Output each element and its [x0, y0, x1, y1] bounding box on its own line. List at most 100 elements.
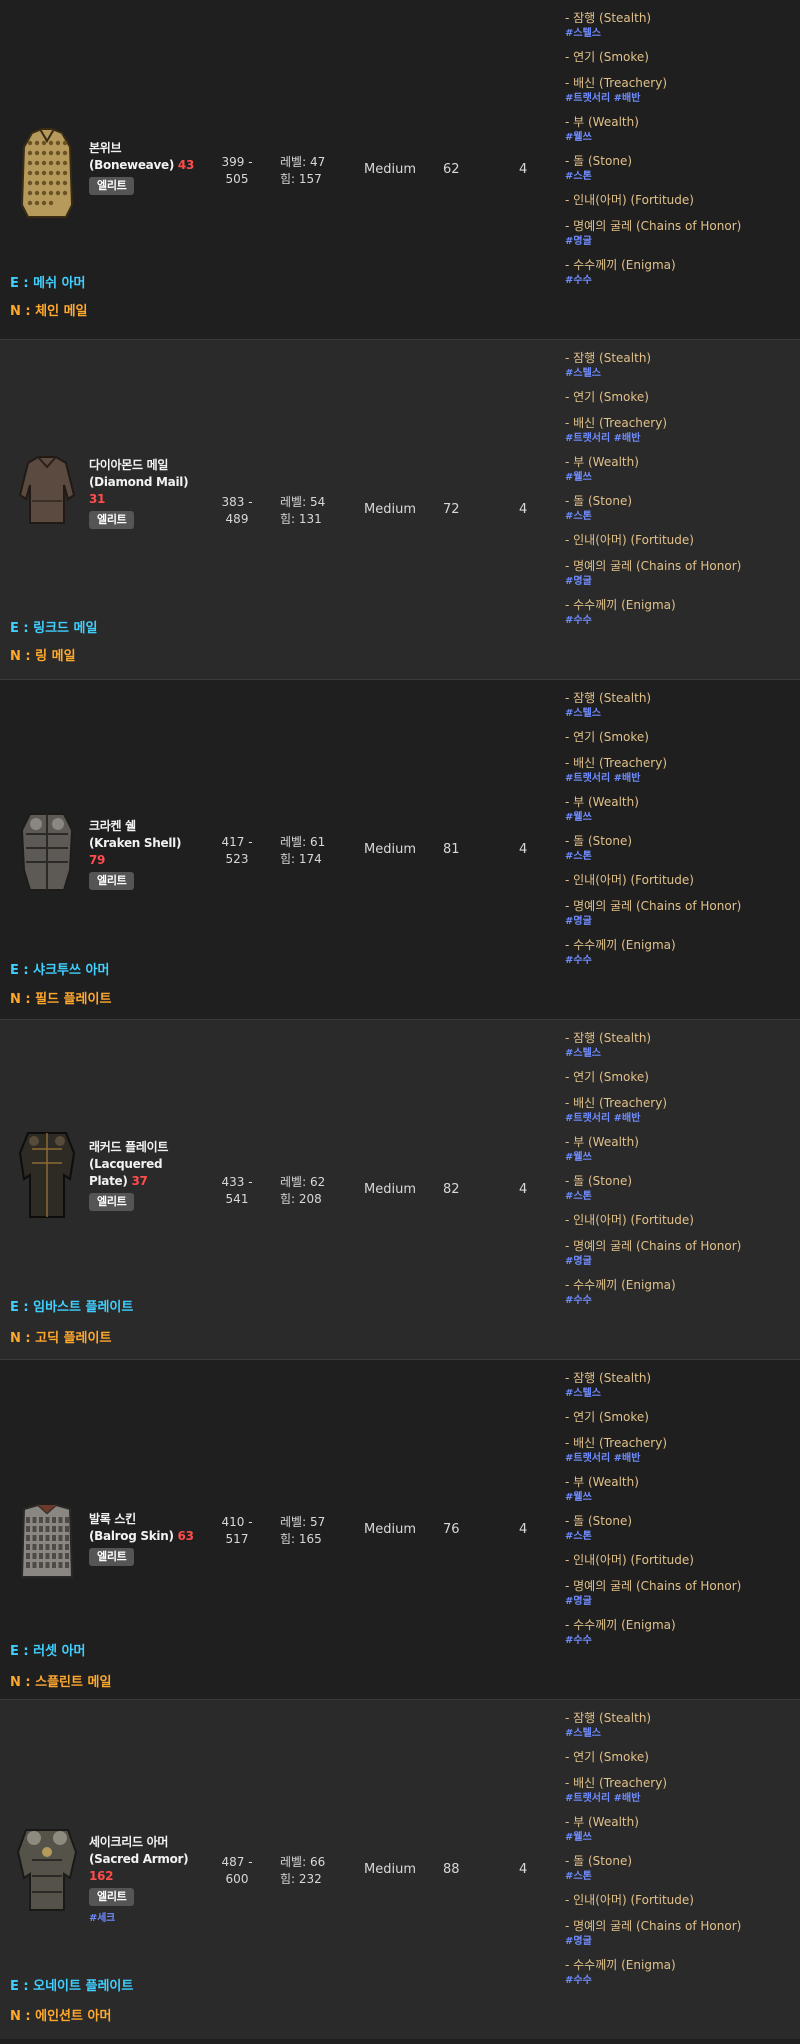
required-level: 레벨: 61 [280, 835, 326, 849]
normal-base: N : 체인 메일 [10, 304, 88, 319]
runeword-entry: - 잠행 (Stealth) #스텔스 [565, 9, 795, 40]
elite-badge: 엘리트 [89, 511, 135, 529]
armor-row: 발록 스킨 (Balrog Skin) 63 엘리트 410 - 517 레벨:… [0, 1360, 800, 1700]
runeword-tag-link[interactable]: #스톤 [565, 510, 795, 523]
runeword-entry: - 배신 (Treachery) #트랫서리 #배반 [565, 754, 795, 785]
runeword-entry: - 연기 (Smoke) [565, 388, 795, 406]
runeword-entry: - 잠행 (Stealth) #스텔스 [565, 689, 795, 720]
item-name-ko: 본위브 [89, 141, 122, 155]
item-level: 79 [89, 853, 106, 867]
runeword-entry: - 배신 (Treachery) #트랫서리 #배반 [565, 1094, 795, 1125]
runeword-tag-link[interactable]: #웰쓰 [565, 471, 795, 484]
item-tag-link[interactable]: #세크 [89, 1910, 199, 1927]
runeword-tag-link[interactable]: #스톤 [565, 170, 795, 183]
runeword-tag-link[interactable]: #명굴 [565, 1255, 795, 1268]
exceptional-base: E : 샤크투쓰 아머 [10, 963, 110, 978]
runeword-tag-link[interactable]: #스텔스 [565, 707, 795, 720]
runeword-entry: - 명예의 굴레 (Chains of Honor) #명굴 [565, 1577, 795, 1608]
runeword-tag-link[interactable]: #웰쓰 [565, 1831, 795, 1844]
runeword-entry: - 돌 (Stone) #스톤 [565, 1852, 795, 1883]
armor-row: 본위브 (Boneweave) 43 엘리트 399 - 505 레벨: 47 … [0, 0, 800, 340]
runeword-tag-link[interactable]: #수수 [565, 1974, 795, 1987]
requirements: 레벨: 47 힘: 157 [280, 154, 360, 188]
runeword-tag-link[interactable]: #수수 [565, 1634, 795, 1647]
runeword-tag-link[interactable]: #스톤 [565, 1530, 795, 1543]
runeword-entry: - 인내(아머) (Fortitude) [565, 191, 795, 209]
runeword-name: - 인내(아머) (Fortitude) [565, 1213, 694, 1227]
item-name-block: 세이크리드 아머 (Sacred Armor) 162 엘리트 #세크 [89, 1834, 199, 1927]
runeword-name: - 돌 (Stone) [565, 1174, 633, 1188]
runeword-tag-link[interactable]: #수수 [565, 274, 795, 287]
elite-badge: 엘리트 [89, 872, 135, 890]
durability: 62 [443, 162, 460, 177]
runeword-tag-link[interactable]: #스텔스 [565, 367, 795, 380]
runeword-tag-link[interactable]: #웰쓰 [565, 1491, 795, 1504]
runeword-list: - 잠행 (Stealth) #스텔스 - 연기 (Smoke) - 배신 (Trea… [565, 1709, 795, 1995]
runeword-name: - 배신 (Treachery) [565, 76, 667, 90]
runeword-name: - 인내(아머) (Fortitude) [565, 873, 694, 887]
item-name-ko: 래커드 플레이트 [89, 1140, 169, 1154]
runeword-tag-link[interactable]: #명굴 [565, 575, 795, 588]
runeword-name: - 인내(아머) (Fortitude) [565, 193, 694, 207]
runeword-name: - 인내(아머) (Fortitude) [565, 1893, 694, 1907]
runeword-tag-link[interactable]: #웰쓰 [565, 131, 795, 144]
defense-max: 600 [225, 1871, 249, 1886]
runeword-name: - 명예의 굴레 (Chains of Honor) [565, 1919, 742, 1933]
elite-badge: 엘리트 [89, 1888, 135, 1906]
item-name-en: (Lacquered Plate) [89, 1157, 163, 1188]
runeword-name: - 연기 (Smoke) [565, 730, 649, 744]
defense-range: 399 - 505 [212, 154, 262, 188]
runeword-entry: - 수수께끼 (Enigma) #수수 [565, 936, 795, 967]
runeword-entry: - 부 (Wealth) #웰쓰 [565, 113, 795, 144]
runeword-tag-link[interactable]: #스톤 [565, 1190, 795, 1203]
defense-max: 489 [225, 512, 249, 526]
socket-count: 4 [519, 842, 528, 857]
runeword-name: - 돌 (Stone) [565, 1514, 633, 1528]
defense-max: 505 [225, 172, 249, 186]
runeword-tag-link[interactable]: #명굴 [565, 235, 795, 248]
runeword-entry: - 배신 (Treachery) #트랫서리 #배반 [565, 1774, 795, 1805]
runeword-name: - 수수께끼 (Enigma) [565, 1618, 676, 1632]
runeword-tag-link[interactable]: #수수 [565, 1294, 795, 1307]
item-level: 31 [89, 492, 106, 506]
runeword-tag-link[interactable]: #스텔스 [565, 1727, 795, 1740]
runeword-list: - 잠행 (Stealth) #스텔스 - 연기 (Smoke) - 배신 (Trea… [565, 349, 795, 635]
runeword-entry: - 인내(아머) (Fortitude) [565, 1891, 795, 1909]
runeword-tag-link[interactable]: #스톤 [565, 1870, 795, 1883]
runeword-tag-link[interactable]: #스텔스 [565, 1047, 795, 1060]
runeword-tag-link[interactable]: #트랫서리 #배반 [565, 432, 795, 445]
runeword-name: - 돌 (Stone) [565, 154, 633, 168]
runeword-tag-link[interactable]: #수수 [565, 614, 795, 627]
runeword-tag-link[interactable]: #트랫서리 #배반 [565, 1452, 795, 1465]
defense-range: 417 - 523 [212, 834, 262, 868]
defense-max: 523 [225, 852, 249, 866]
runeword-tag-link[interactable]: #트랫서리 #배반 [565, 772, 795, 785]
runeword-tag-link[interactable]: #명굴 [565, 1935, 795, 1948]
runeword-tag-link[interactable]: #트랫서리 #배반 [565, 92, 795, 105]
runeword-name: - 인내(아머) (Fortitude) [565, 533, 694, 547]
runeword-tag-link[interactable]: #스텔스 [565, 27, 795, 40]
runeword-tag-link[interactable]: #명굴 [565, 1595, 795, 1608]
runeword-name: - 연기 (Smoke) [565, 390, 649, 404]
runeword-tag-link[interactable]: #웰쓰 [565, 811, 795, 824]
runeword-tag-link[interactable]: #웰쓰 [565, 1151, 795, 1164]
runeword-name: - 수수께끼 (Enigma) [565, 938, 676, 952]
runeword-name: - 연기 (Smoke) [565, 1410, 649, 1424]
runeword-entry: - 잠행 (Stealth) #스텔스 [565, 1709, 795, 1740]
runeword-name: - 명예의 굴레 (Chains of Honor) [565, 899, 742, 913]
runeword-tag-link[interactable]: #트랫서리 #배반 [565, 1112, 795, 1125]
runeword-name: - 잠행 (Stealth) [565, 1711, 652, 1725]
lacquered-plate-icon [14, 1123, 80, 1223]
elite-badge: 엘리트 [89, 1548, 135, 1566]
runeword-tag-link[interactable]: #스텔스 [565, 1387, 795, 1400]
runeword-tag-link[interactable]: #수수 [565, 954, 795, 967]
item-level: 43 [177, 158, 195, 172]
runeword-name: - 돌 (Stone) [565, 834, 633, 848]
runeword-entry: - 연기 (Smoke) [565, 48, 795, 66]
runeword-tag-link[interactable]: #트랫서리 #배반 [565, 1792, 795, 1805]
runeword-name: - 배신 (Treachery) [565, 1776, 667, 1790]
socket-count: 4 [519, 1182, 528, 1197]
runeword-tag-link[interactable]: #스톤 [565, 850, 795, 863]
runeword-entry: - 인내(아머) (Fortitude) [565, 1551, 795, 1569]
runeword-tag-link[interactable]: #명굴 [565, 915, 795, 928]
